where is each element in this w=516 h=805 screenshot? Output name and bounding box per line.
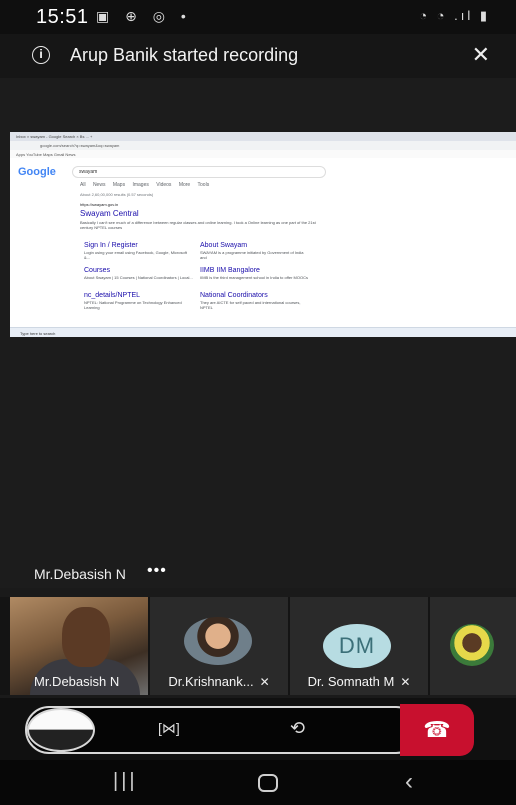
avatar	[450, 624, 494, 666]
sitelink-title: nc_details/NPTEL	[84, 292, 141, 299]
participant-tile[interactable]: DM Dr. Somnath M ✕	[290, 597, 428, 695]
phone-hangup-icon: ☎	[423, 717, 451, 742]
participant-name: Dr.Krishnank...	[168, 674, 254, 689]
sitelink-desc: NPTEL: National Programme on Technology …	[84, 300, 182, 310]
browser-tabs: Inbox × swayam - Google Search × Bs ... …	[10, 132, 516, 141]
recents-button[interactable]: |||	[113, 770, 138, 793]
more-options-button[interactable]: •••	[147, 562, 167, 580]
sitelink: National Coordinators They are AICTE for…	[200, 292, 310, 310]
participant-name-row: Dr. Somnath M ✕	[290, 674, 428, 689]
sitelink-title: Courses	[84, 267, 111, 274]
result-snippet: Basically I can't see much of a differen…	[80, 220, 316, 230]
sitelink: nc_details/NPTEL NPTEL: National Program…	[84, 292, 194, 310]
participant-name: Mr.Debasish N	[34, 674, 120, 689]
sitelink-desc: IIMB is the third management school in I…	[200, 275, 308, 280]
participant-name: Dr. Somnath M	[307, 674, 395, 689]
signal-battery-icons: ◔ ◔ .ıl ▮	[419, 8, 490, 23]
self-view-button[interactable]	[27, 708, 95, 752]
video-feed-face	[62, 607, 110, 667]
participant-name-row: Dr.Krishnank... ✕	[150, 674, 288, 689]
sitelink-title: IIMB IIM Bangalore	[200, 267, 260, 274]
result-count: About 2,60,00,000 results (0.57 seconds)	[80, 192, 154, 197]
sitelink: Courses About Swayam | 15 Courses | Nati…	[84, 267, 194, 280]
participant-tile[interactable]: Dr.Krishnank... ✕	[150, 597, 288, 695]
google-logo: Google	[18, 166, 56, 178]
sitelink-desc: They are AICTE for self paced and intern…	[200, 300, 301, 310]
end-call-button[interactable]: ☎	[400, 704, 474, 756]
search-box: swayam	[72, 166, 326, 178]
avatar	[184, 617, 252, 665]
sitelink-title: About Swayam	[200, 242, 248, 249]
participant-tile[interactable]: Mr.Debasish N	[10, 597, 148, 695]
sitelink: Sign In / Register Login using your emai…	[84, 242, 194, 260]
close-icon[interactable]: ✕	[472, 42, 490, 68]
sitelink: IIMB IIM Bangalore IIMB is the third man…	[200, 267, 310, 280]
participant-tile[interactable]	[430, 597, 516, 695]
status-bar: 15:51 ▣ ⊕ ◎ • ◔ ◔ .ıl ▮	[0, 0, 516, 34]
sitelink-desc: SWAYAM is a programme initiated by Gover…	[200, 250, 304, 260]
switch-camera-icon[interactable]: ⟲	[290, 718, 305, 739]
android-nav-bar: ||| ‹	[0, 760, 516, 805]
call-controls: [⋈] ⟲ ☎	[0, 698, 516, 760]
sitelink-title: Sign In / Register	[84, 242, 138, 249]
result-title: Swayam Central	[80, 209, 139, 218]
back-button[interactable]: ‹	[405, 768, 413, 796]
result-url: https://swayam.gov.in	[80, 202, 119, 207]
browser-bookmarks: Apps YouTube Maps Gmail News	[10, 150, 516, 158]
mic-off-icon: ✕	[259, 675, 270, 689]
sitelink: About Swayam SWAYAM is a programme initi…	[200, 242, 310, 260]
info-icon: i	[32, 46, 50, 64]
windows-taskbar: Type here to search	[10, 327, 516, 337]
browser-url: google.com/search?q=swayam&oq=swayam	[10, 141, 516, 150]
sitelink-desc: Login using your email using Facebook, G…	[84, 250, 187, 260]
mic-off-icon: ✕	[400, 675, 411, 689]
home-button[interactable]	[258, 774, 278, 792]
search-tabs: All News Maps Images Videos More Tools	[80, 182, 210, 188]
shared-screen: Inbox × swayam - Google Search × Bs ... …	[10, 132, 516, 337]
recording-banner-text: Arup Banik started recording	[70, 45, 299, 65]
sitelink-desc: About Swayam | 15 Courses | National Coo…	[84, 275, 193, 280]
recording-banner: i Arup Banik started recording ✕	[0, 34, 516, 78]
presenter-name: Mr.Debasish N	[34, 566, 126, 582]
avatar: DM	[323, 624, 391, 668]
participant-strip[interactable]: Mr.Debasish N Dr.Krishnank... ✕ DM Dr. So…	[0, 597, 516, 695]
status-time: 15:51	[36, 6, 89, 28]
frame-icon[interactable]: [⋈]	[158, 720, 180, 737]
sitelink-title: National Coordinators	[200, 292, 268, 299]
notification-icons: ▣ ⊕ ◎ •	[96, 8, 192, 24]
